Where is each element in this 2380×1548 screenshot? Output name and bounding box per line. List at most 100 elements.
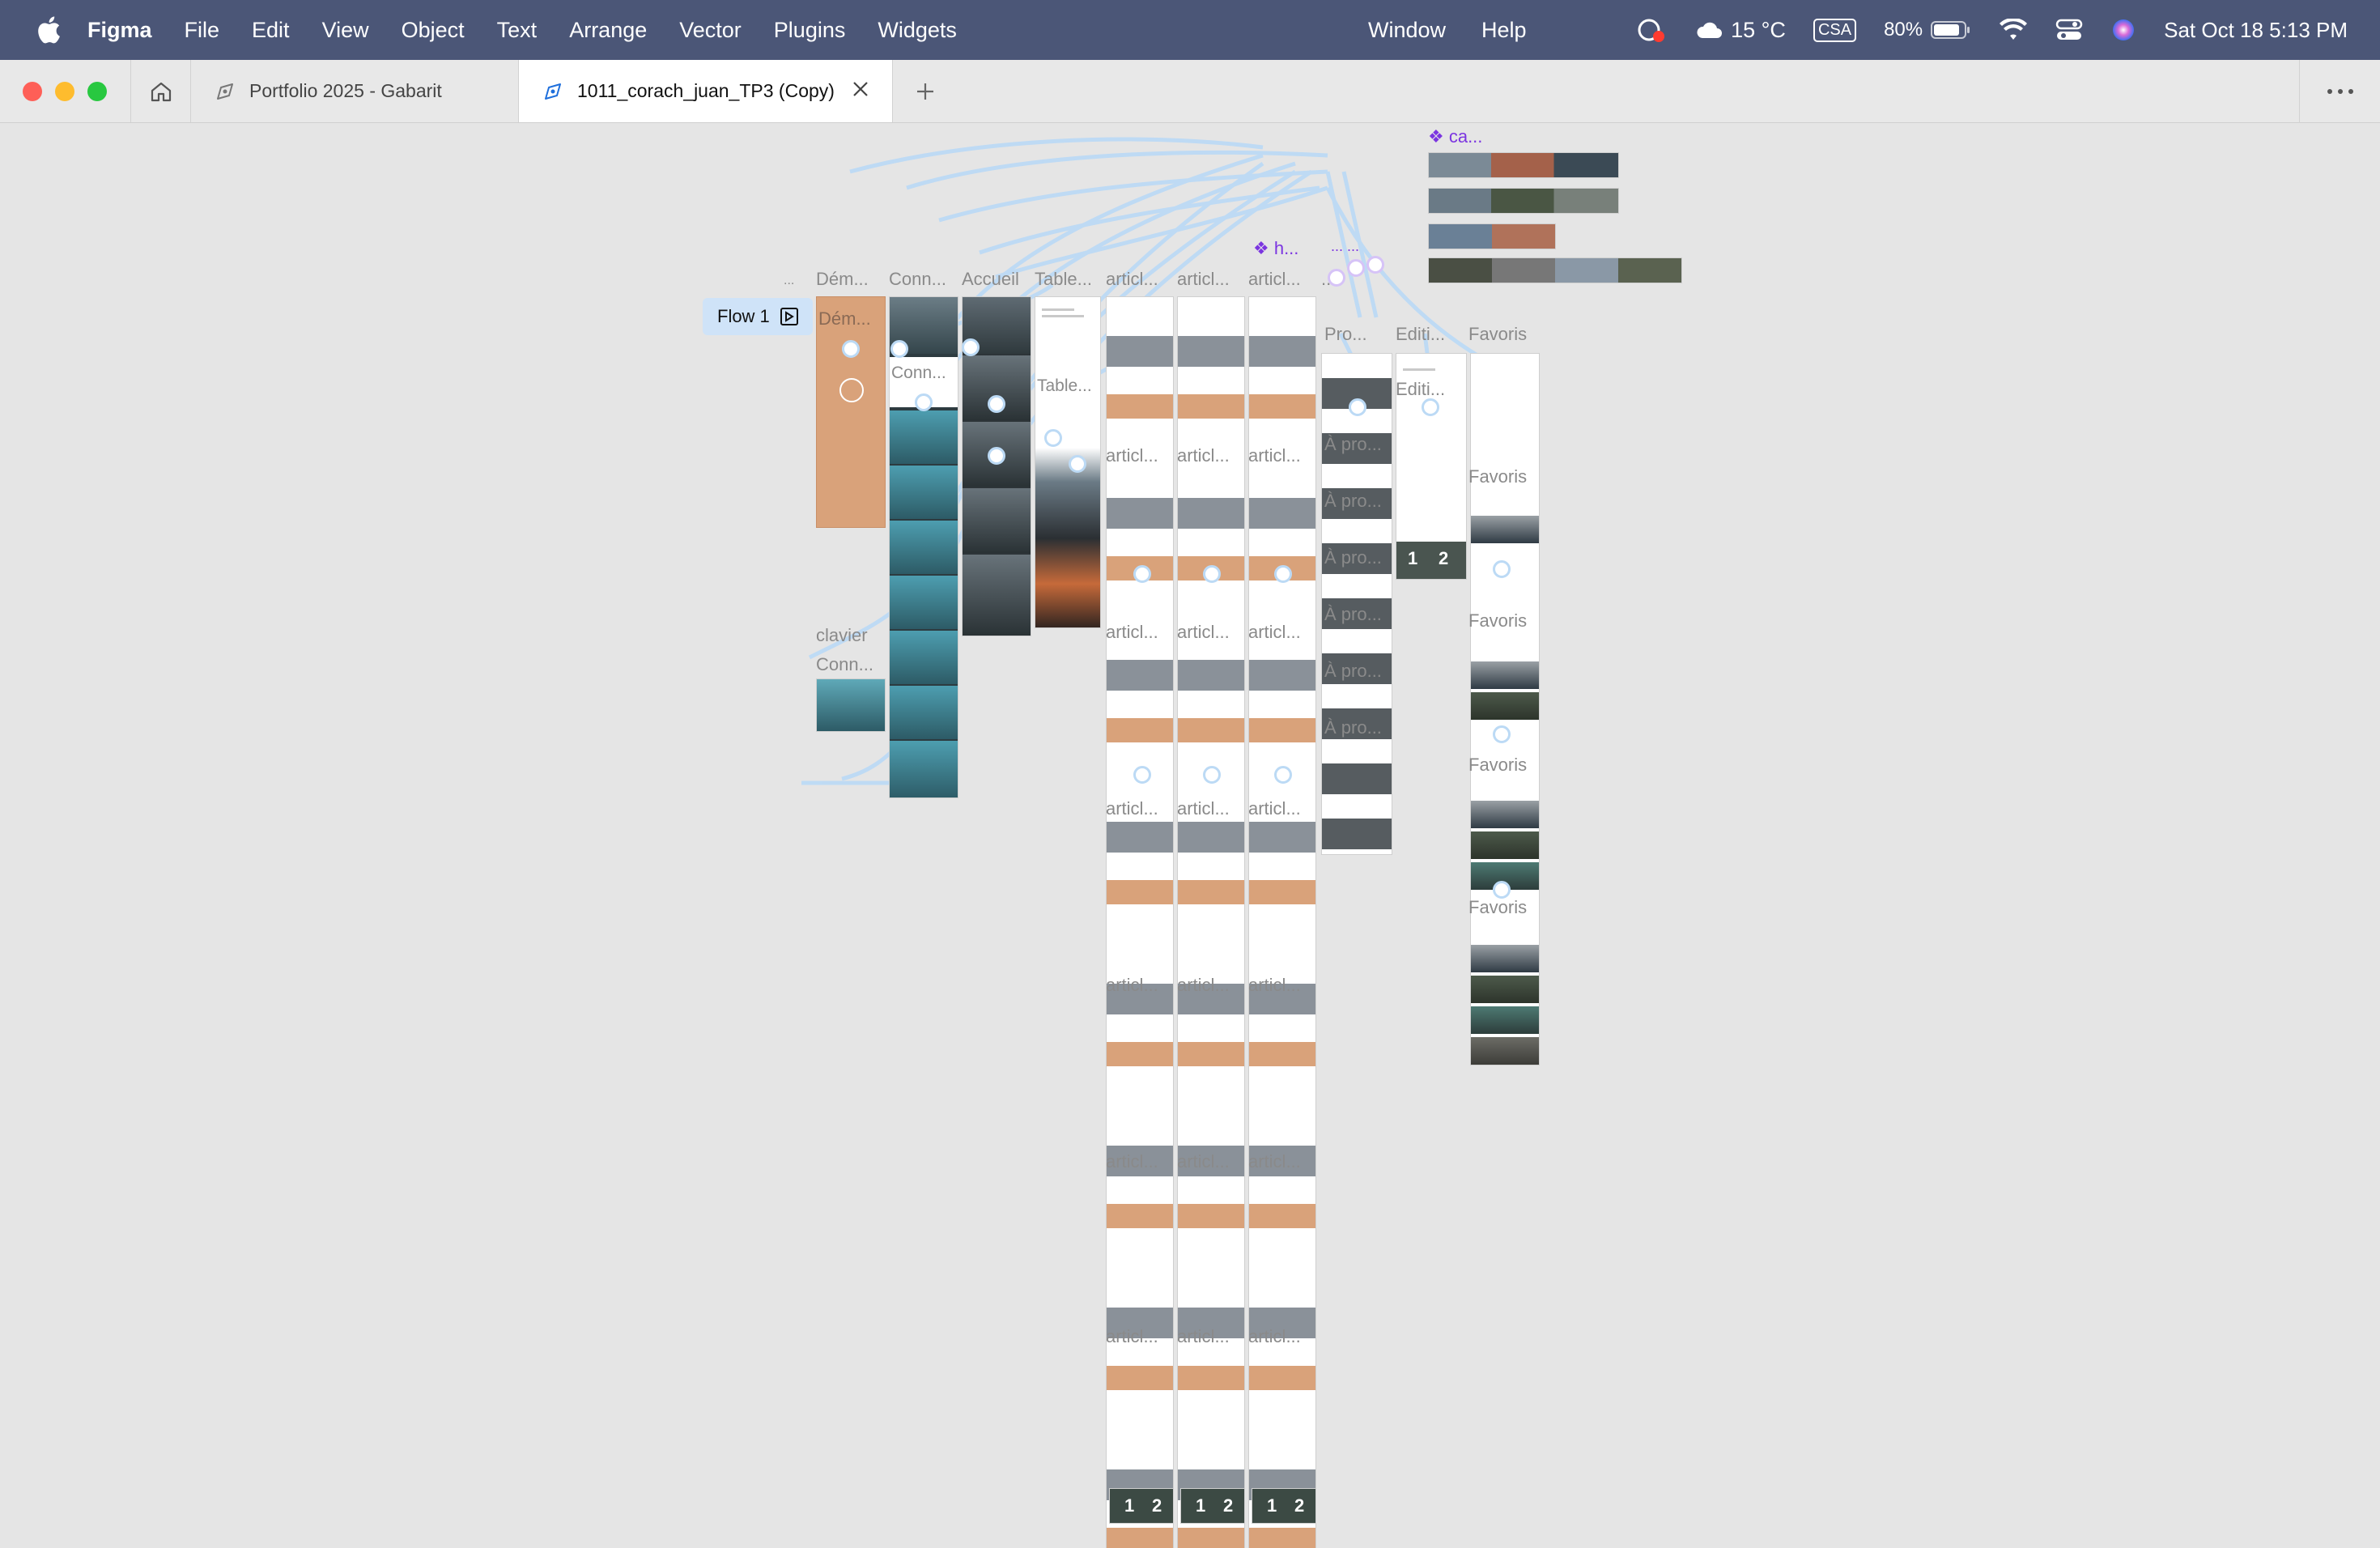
play-flow-icon[interactable] [780, 307, 799, 326]
article-label[interactable]: articl... [1248, 622, 1301, 643]
article-label[interactable]: articl... [1106, 1326, 1158, 1347]
article-label[interactable]: articl... [1106, 445, 1158, 466]
connection-node[interactable] [1203, 565, 1221, 583]
apropos-label[interactable]: À pro... [1324, 547, 1382, 568]
menu-help[interactable]: Help [1481, 18, 1527, 43]
connection-node[interactable] [1349, 398, 1366, 416]
component-card-row-1[interactable] [1428, 152, 1619, 178]
component-title-ca[interactable]: ❖ ca... [1428, 126, 1482, 147]
menu-app-figma[interactable]: Figma [87, 18, 152, 43]
menu-object[interactable]: Object [402, 18, 465, 43]
frame-title-article-2[interactable]: articl... [1177, 269, 1230, 290]
connection-node[interactable] [1274, 565, 1292, 583]
frame-favoris-title[interactable]: Favoris [1468, 324, 1527, 345]
favoris-label[interactable]: Favoris [1468, 466, 1527, 487]
article-label[interactable]: articl... [1177, 622, 1230, 643]
favoris-label[interactable]: Favoris [1468, 610, 1527, 632]
connection-node[interactable] [1044, 429, 1062, 447]
more-options-button[interactable] [2299, 60, 2380, 123]
connection-node[interactable] [915, 393, 933, 411]
article-label[interactable]: articl... [1248, 975, 1301, 996]
connection-node-selected[interactable] [1347, 259, 1365, 277]
home-tab[interactable] [131, 60, 191, 122]
frame-article-column-1[interactable] [1106, 296, 1174, 1548]
connection-node[interactable] [1133, 565, 1151, 583]
apropos-label[interactable]: À pro... [1324, 661, 1382, 682]
favoris-label[interactable]: Favoris [1468, 755, 1527, 776]
zoom-window-button[interactable] [87, 81, 107, 101]
menu-edit[interactable]: Edit [252, 18, 290, 43]
frame-edit-label-2[interactable]: Editi... [1396, 379, 1445, 400]
component-card-row-3[interactable] [1428, 223, 1556, 249]
siri-icon[interactable] [2110, 17, 2136, 43]
apropos-label[interactable]: À pro... [1324, 491, 1382, 512]
close-window-button[interactable] [23, 81, 42, 101]
weather-widget[interactable]: 15 °C [1695, 18, 1786, 43]
control-center-icon[interactable] [2055, 18, 2083, 42]
frame-title-article-3[interactable]: articl... [1248, 269, 1301, 290]
apropos-label[interactable]: À pro... [1324, 717, 1382, 738]
article-label[interactable]: articl... [1106, 975, 1158, 996]
frame-title-dem[interactable]: Dém... [816, 269, 869, 290]
menu-file[interactable]: File [185, 18, 220, 43]
connection-node[interactable] [988, 447, 1005, 465]
flow-starting-point[interactable]: Flow 1 [703, 298, 813, 335]
wifi-icon[interactable] [1999, 19, 2028, 41]
article-label[interactable]: articl... [1248, 1326, 1301, 1347]
frame-article-column-2[interactable] [1177, 296, 1245, 1548]
input-source[interactable]: CSA [1813, 18, 1857, 42]
frame-article-column-3[interactable] [1248, 296, 1316, 1548]
clock[interactable]: Sat Oct 18 5:13 PM [2164, 18, 2348, 43]
frame-title-article-1[interactable]: articl... [1106, 269, 1158, 290]
pagination-thumb[interactable]: 1 2 [1180, 1488, 1245, 1524]
frame-favoris-column[interactable] [1470, 353, 1540, 1065]
frame-clavier[interactable] [816, 678, 886, 732]
component-card-row-2[interactable] [1428, 188, 1619, 214]
article-label[interactable]: articl... [1248, 798, 1301, 819]
menu-widgets[interactable]: Widgets [878, 18, 957, 43]
frame-demarrage[interactable]: Dém... [816, 296, 886, 528]
connection-node[interactable] [1133, 766, 1151, 784]
article-label[interactable]: articl... [1177, 1151, 1230, 1172]
menu-arrange[interactable]: Arrange [569, 18, 647, 43]
connection-node[interactable] [1274, 766, 1292, 784]
connection-node[interactable] [1493, 725, 1511, 743]
menu-view[interactable]: View [322, 18, 369, 43]
article-label[interactable]: articl... [1177, 445, 1230, 466]
pagination-thumb[interactable]: 1 2 [1252, 1488, 1316, 1524]
component-title-h[interactable]: ❖ h... [1253, 238, 1298, 259]
component-card-row-4[interactable] [1428, 257, 1682, 283]
menu-vector[interactable]: Vector [679, 18, 742, 43]
connection-node[interactable] [1422, 398, 1439, 416]
connection-node[interactable] [1069, 455, 1086, 473]
screen-recording-icon[interactable] [1635, 16, 1668, 44]
connection-node-selected[interactable] [1366, 256, 1384, 274]
connection-node[interactable] [1493, 881, 1511, 899]
connection-node[interactable] [988, 395, 1005, 413]
menu-window[interactable]: Window [1368, 18, 1446, 43]
article-label[interactable]: articl... [1248, 445, 1301, 466]
apple-icon[interactable] [32, 14, 65, 46]
article-label[interactable]: articl... [1177, 798, 1230, 819]
frame-table-column[interactable]: Table... [1035, 296, 1101, 628]
new-tab-button[interactable] [893, 60, 958, 122]
frame-clavier-title[interactable]: clavier [816, 625, 868, 646]
connection-node[interactable] [1493, 560, 1511, 578]
frame-title-table[interactable]: Table... [1035, 269, 1092, 290]
article-label[interactable]: articl... [1106, 1151, 1158, 1172]
article-label[interactable]: articl... [1177, 975, 1230, 996]
article-label[interactable]: articl... [1106, 798, 1158, 819]
battery-status[interactable]: 80% [1884, 19, 1971, 41]
tab-active-file[interactable]: 1011_corach_juan_TP3 (Copy) [519, 60, 893, 122]
apropos-label[interactable]: À pro... [1324, 604, 1382, 625]
article-label[interactable]: articl... [1177, 1326, 1230, 1347]
frame-title-conn[interactable]: Conn... [889, 269, 946, 290]
tab-portfolio[interactable]: Portfolio 2025 - Gabarit [191, 60, 519, 122]
figma-canvas[interactable]: Flow 1 ... Dém... Conn... Accueil Table.… [0, 123, 2380, 1548]
connection-node[interactable] [890, 340, 908, 358]
connection-node[interactable] [962, 338, 980, 356]
frame-conn-bottom-title[interactable]: Conn... [816, 654, 873, 675]
frame-connexion-column[interactable]: Conn... [889, 296, 958, 798]
favoris-label[interactable]: Favoris [1468, 897, 1527, 918]
article-label[interactable]: articl... [1106, 622, 1158, 643]
